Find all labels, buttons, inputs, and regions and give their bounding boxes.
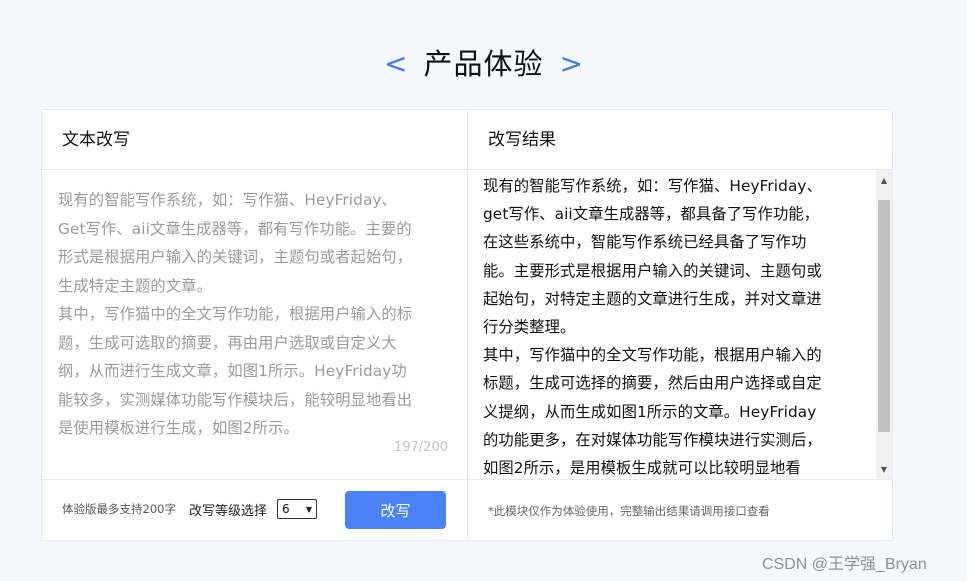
result-line: 义提纲，从而生成如图1所示的文章。HeyFriday (483, 402, 817, 421)
header-divider (42, 169, 892, 170)
result-line: 如图2所示，是用模板生成就可以比较明显地看 (483, 459, 801, 477)
scroll-up-arrow-icon[interactable]: ▲ (876, 172, 892, 188)
result-line: get写作、aii文章生成器等，都具备了写作功能， (483, 205, 820, 224)
rewrite-level-select[interactable]: 6 ▼ (276, 499, 317, 519)
character-limit-text: 体验版最多支持200字 (62, 502, 176, 516)
input-line: 现有的智能写作系统，如：写作猫、HeyFriday、 (58, 191, 397, 209)
input-line: 纲，从而进行生成文章，如图1所示。HeyFriday功 (58, 362, 407, 380)
result-scrollbar[interactable]: ▲ ▼ (876, 170, 892, 479)
input-line: 其中，写作猫中的全文写作功能，根据用户输入的标 (58, 305, 413, 323)
rewrite-input-label: 文本改写 (62, 130, 130, 150)
rewrite-result-label: 改写结果 (488, 130, 556, 150)
input-line: 能较多，实测媒体功能写作模块后，能较明显地看出 (58, 390, 413, 409)
rewrite-controls: 体验版最多支持200字 改写等级选择 6 ▼ (62, 491, 317, 527)
page-title: 产品体验 (423, 46, 544, 81)
scroll-thumb[interactable] (878, 200, 890, 432)
usage-notice: *此模块仅作为体验使用，完整输出结果请调用接口查看 (488, 504, 770, 518)
result-line: 在这些系统中，智能写作系统已经具备了写作功 (483, 233, 807, 252)
rewrite-input-textarea[interactable]: 现有的智能写作系统，如：写作猫、HeyFriday、 Get写作、aii文章生成… (58, 186, 454, 448)
chevron-down-icon: ▼ (305, 504, 312, 514)
result-line: 起始句，对特定主题的文章进行生成，并对文章进 (483, 289, 822, 308)
footer-divider (42, 479, 892, 480)
result-line: 其中，写作猫中的全文写作功能，根据用户输入的 (483, 346, 822, 365)
scroll-down-arrow-icon[interactable]: ▼ (876, 461, 892, 477)
watermark: CSDN @王学强_Bryan (762, 556, 927, 573)
result-line: 标题，生成可选择的摘要，然后由用户选择或自定 (483, 374, 822, 393)
result-line: 现有的智能写作系统，如：写作猫、HeyFriday、 (483, 177, 822, 195)
input-line: 是使用模板进行生成，如图2所示。 (58, 419, 299, 437)
column-divider (467, 110, 468, 540)
input-line: 生成特定主题的文章。 (58, 276, 212, 295)
page-title-row: < 产品体验 > (0, 40, 967, 88)
rewrite-level-value: 6 (281, 502, 290, 516)
input-line: Get写作、aii文章生成器等，都有写作功能。主要的 (58, 219, 412, 238)
right-bracket: > (559, 47, 583, 80)
rewrite-level-label: 改写等级选择 (188, 503, 267, 519)
rewrite-button[interactable]: 改写 (345, 491, 446, 529)
experience-panel: 文本改写 改写结果 现有的智能写作系统，如：写作猫、HeyFriday、 Get… (41, 109, 893, 541)
character-counter: 197/200 (393, 440, 448, 455)
input-line: 形式是根据用户输入的关键词，主题句或者起始句， (58, 248, 413, 266)
input-line: 题，生成可选取的摘要，再由用户选取或自定义大 (58, 333, 397, 352)
result-line: 能。主要形式是根据用户输入的关键词、主题句或 (483, 261, 822, 280)
rewrite-result-text: 现有的智能写作系统，如：写作猫、HeyFriday、 get写作、aii文章生成… (483, 172, 861, 477)
left-bracket: < (384, 47, 408, 80)
result-line: 的功能更多，在对媒体功能写作模块进行实测后， (483, 430, 822, 449)
result-line: 行分类整理。 (483, 318, 576, 337)
